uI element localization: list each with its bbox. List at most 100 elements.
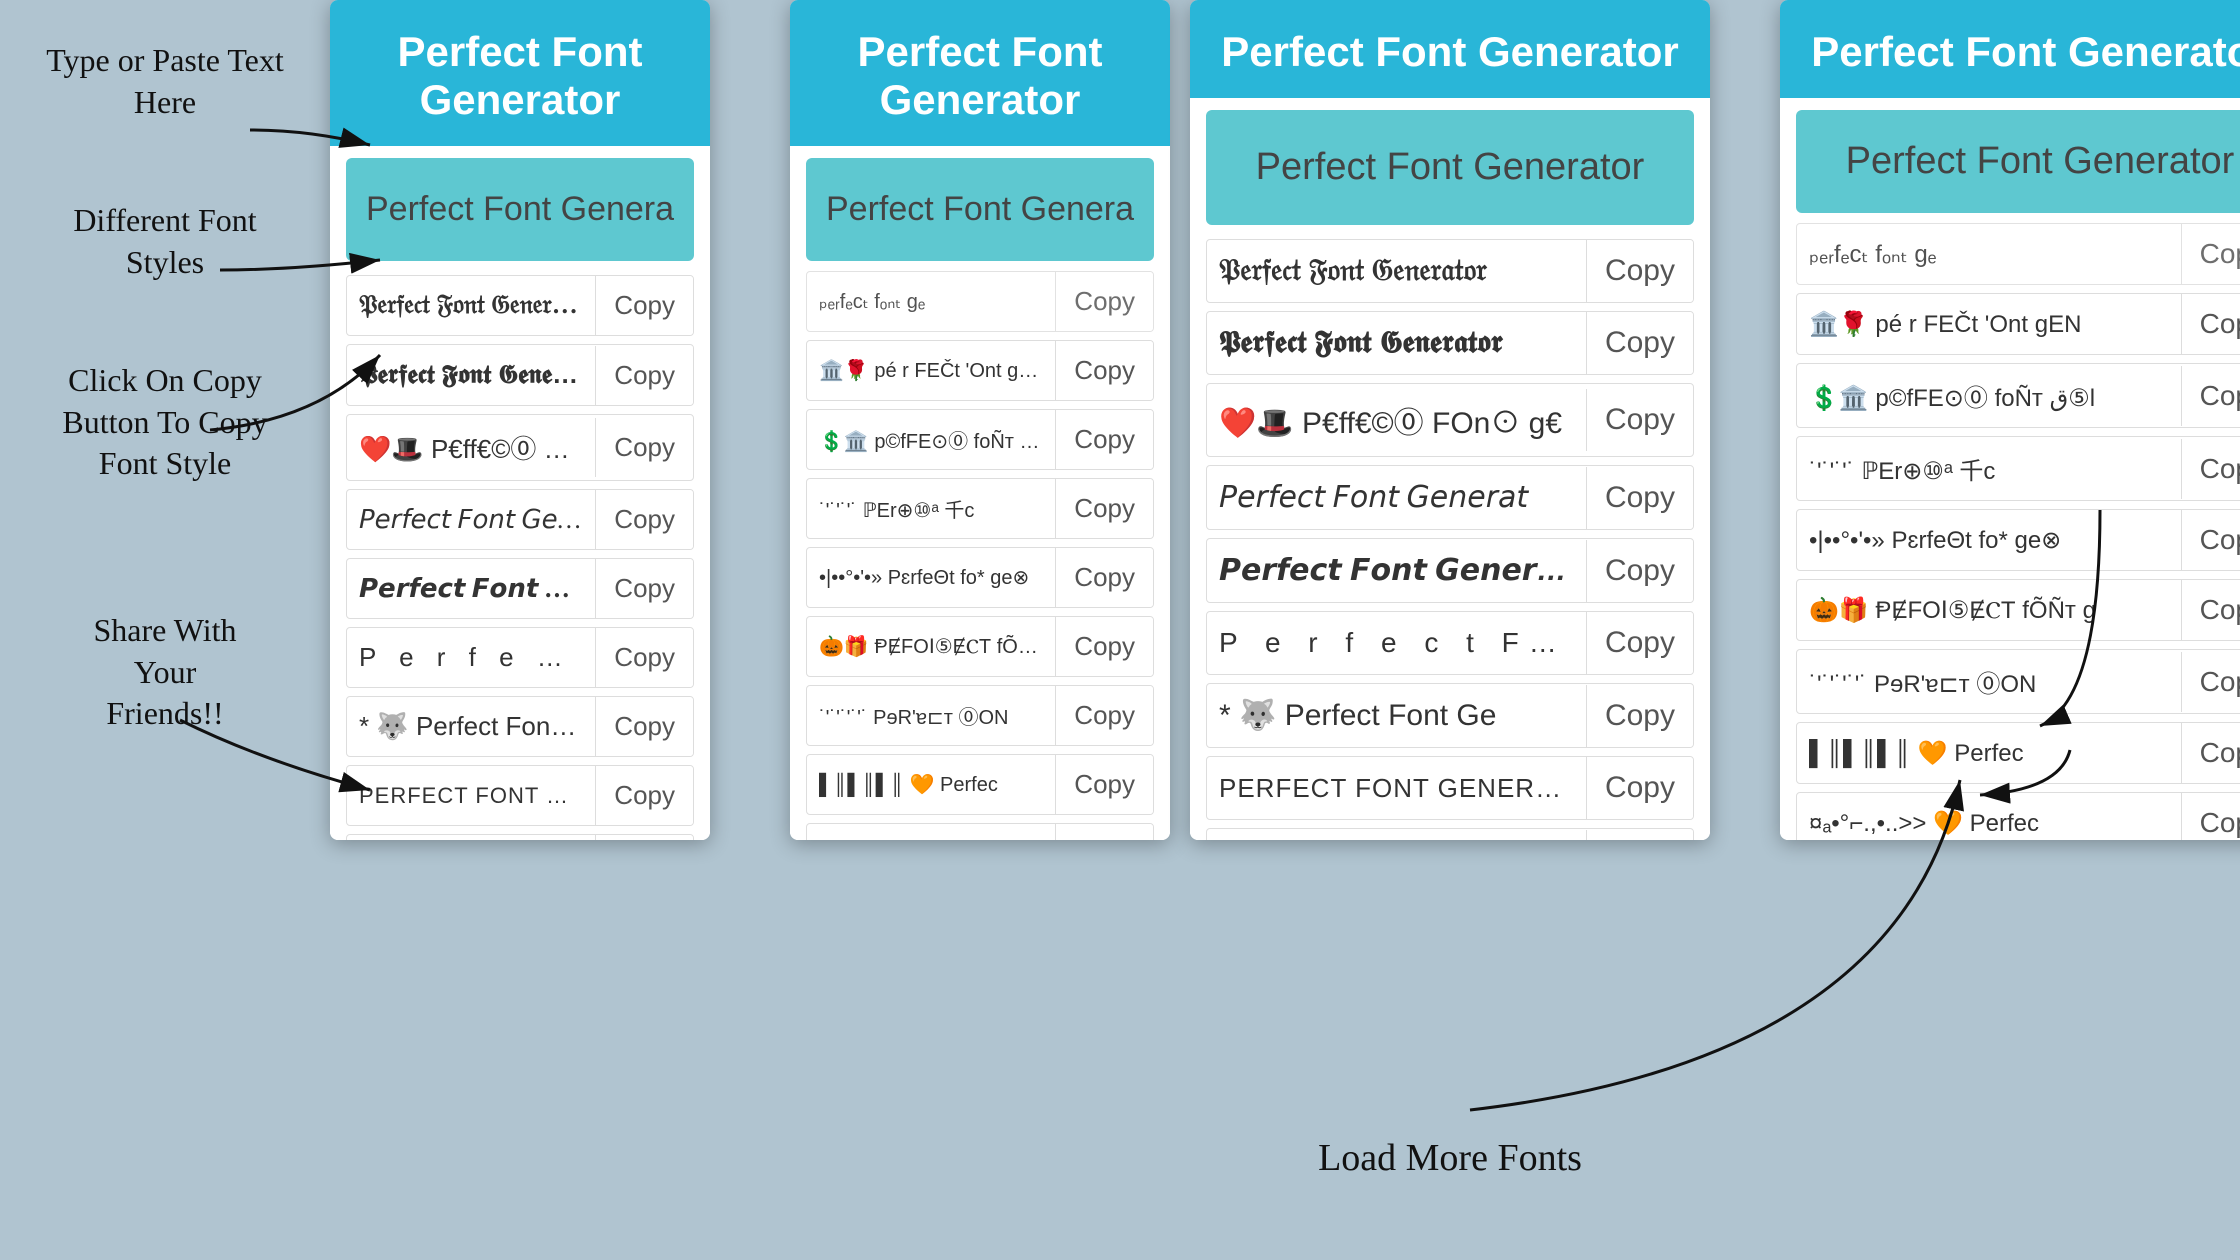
p2-font-row-8: ¤ₐ•°⌐.,•..>> 🧡 Perfec Copy bbox=[806, 823, 1154, 840]
font-text-7: * 🐺 Perfect Font Ge bbox=[347, 697, 595, 756]
annotation-different-fonts: Different FontStyles bbox=[20, 200, 310, 283]
p2-font-text-5: 🎃🎁 ⱣɆFOⵏ⑤ɆⲤТ fÕÑт g bbox=[807, 620, 1055, 673]
p3-font-text-9: ɹoʇɐɹǝuǝ⅁ ʇuoℲ ʇɔǝɟɹǝd bbox=[1207, 829, 1586, 840]
text-input-4[interactable] bbox=[1796, 110, 2240, 213]
p2-font-text-2: 💲🏛️ p©fFE⊙⓪ foÑт ق⑤l bbox=[807, 411, 1055, 468]
p2-copy-button-7[interactable]: Copy bbox=[1055, 755, 1153, 814]
p3-font-row-4: 𝘗𝘦𝘳𝘧𝘦𝘤𝘵 𝘍𝘰𝘯𝘵 𝘎𝘦𝘯𝘦𝘳𝘢𝘵 Copy bbox=[1206, 465, 1694, 530]
panel2-title: Perfect Font Generator bbox=[810, 28, 1150, 124]
p2-copy-button-4[interactable]: Copy bbox=[1055, 548, 1153, 607]
p2-font-row-3: ˙'˙'˙'˙ ℙEr⊕⑩ᵃ 千c Copy bbox=[806, 478, 1154, 539]
font-text-4: 𝘗𝘦𝘳𝘧𝘦𝘤𝘵 𝘍𝘰𝘯𝘵 𝘎𝘦𝘯𝘦𝘳𝘢𝘵 bbox=[347, 491, 595, 549]
copy-button-9[interactable]: Copy bbox=[595, 835, 693, 840]
p3-font-text-2: 𝕻𝖊𝖗𝖋𝖊𝖈𝖙 𝕱𝖔𝖓𝖙 𝕲𝖊𝖓𝖊𝖗𝖆𝖙𝖔𝖗 bbox=[1207, 312, 1586, 374]
font-row-5: 𝙋𝙚𝙧𝙛𝙚𝙘𝙩 𝙁𝙤𝙣𝙩 𝙂𝙚𝙣𝙚𝙧𝙖𝙩𝙤 Copy bbox=[346, 558, 694, 619]
p4-font-row-1: 🏛️🌹 pé r FEČt 'Ont gEN Copy bbox=[1796, 293, 2240, 355]
p4-copy-button-8[interactable]: Copy bbox=[2181, 793, 2240, 840]
font-text-3: ❤️🎩 P€ff€©⓪ FOn⊙ g€ bbox=[347, 415, 595, 480]
copy-button-5[interactable]: Copy bbox=[595, 559, 693, 618]
p4-copy-button-5[interactable]: Copy bbox=[2181, 580, 2240, 640]
copy-button-6[interactable]: Copy bbox=[595, 628, 693, 687]
p2-font-text-4: •|••°•'•» PɛrfeΘt fo* ge⊗ bbox=[807, 551, 1055, 604]
p3-copy-button-8[interactable]: Copy bbox=[1586, 757, 1693, 819]
p3-copy-button-4[interactable]: Copy bbox=[1586, 467, 1693, 529]
p3-copy-button-5[interactable]: Copy bbox=[1586, 540, 1693, 602]
p4-font-row-6: ˙'˙'˙'˙'˙ PɘR'ɐ⊏т ⓪ON Copy bbox=[1796, 649, 2240, 714]
p2-copy-button-5[interactable]: Copy bbox=[1055, 617, 1153, 676]
copy-button-3[interactable]: Copy bbox=[595, 418, 693, 477]
phone-panel-4: Perfect Font Generator ₚₑᵣfₑcₜ fₒₙₜ gₑ C… bbox=[1780, 0, 2240, 840]
p3-font-text-6: P e r f e c t F o n t bbox=[1207, 613, 1586, 673]
p3-font-text-8: PERFECT FONT GENERATOR bbox=[1207, 759, 1586, 818]
p4-font-row-3: ˙'˙'˙'˙ ℙEr⊕⑩ᵃ 千c Copy bbox=[1796, 436, 2240, 501]
copy-button-1[interactable]: Copy bbox=[595, 276, 693, 335]
p2-copy-button-1[interactable]: Copy bbox=[1055, 341, 1153, 400]
copy-button-7[interactable]: Copy bbox=[595, 697, 693, 756]
p3-font-row-7: * 🐺 Perfect Font Ge Copy bbox=[1206, 683, 1694, 748]
p4-copy-button-2[interactable]: Copy bbox=[2181, 366, 2240, 426]
phone-panel-3: Perfect Font Generator 𝔓𝔢𝔯𝔣𝔢𝔠𝔱 𝔉𝔬𝔫𝔱 𝔊𝔢𝔫𝔢… bbox=[1190, 0, 1710, 840]
p4-font-text-5: 🎃🎁 ⱣɆFOⵏ⑤ɆⲤТ fÕÑт g bbox=[1797, 582, 2181, 639]
p3-font-row-8: PERFECT FONT GENERATOR Copy bbox=[1206, 756, 1694, 820]
copy-button-4[interactable]: Copy bbox=[595, 490, 693, 549]
font-row-2: 𝕻𝖊𝖗𝖋𝖊𝖈𝖙 𝕱𝖔𝖓𝖙 𝕲𝖊𝖓𝖊𝖗𝖆𝖙𝖔𝖗 Copy bbox=[346, 344, 694, 406]
p2-font-text-7: ▌║▌║▌║ 🧡 Perfec bbox=[807, 758, 1055, 811]
panel1-title: Perfect Font Generator bbox=[350, 28, 690, 124]
p3-font-row-6: P e r f e c t F o n t Copy bbox=[1206, 611, 1694, 675]
p3-copy-button-3[interactable]: Copy bbox=[1586, 389, 1693, 451]
panel4-header: Perfect Font Generator bbox=[1780, 0, 2240, 98]
p3-font-row-5: 𝙋𝙚𝙧𝙛𝙚𝙘𝙩 𝙁𝙤𝙣𝙩 𝙂𝙚𝙣𝙚𝙧𝙖𝙩𝙤 Copy bbox=[1206, 538, 1694, 603]
p2-font-text-6: ˙'˙'˙'˙'˙ PɘR'ɐ⊏т ⓪ON bbox=[807, 687, 1055, 744]
p3-copy-button-9[interactable]: Copy bbox=[1586, 830, 1693, 841]
p4-font-text-8: ¤ₐ•°⌐.,•..>> 🧡 Perfec bbox=[1797, 795, 2181, 841]
font-row-7: * 🐺 Perfect Font Ge Copy bbox=[346, 696, 694, 757]
p4-partial-copy[interactable]: Copy bbox=[2181, 224, 2240, 284]
panel1-body: 𝔓𝔢𝔯𝔣𝔢𝔠𝔱 𝔉𝔬𝔫𝔱 𝔊𝔢𝔫𝔢𝔯𝔞𝔱𝔬𝔯 Copy 𝕻𝖊𝖗𝖋𝖊𝖈𝖙 𝕱𝖔𝖓𝖙… bbox=[330, 146, 710, 840]
p4-copy-button-1[interactable]: Copy bbox=[2181, 294, 2240, 354]
p4-font-text-2: 💲🏛️ p©fFE⊙⓪ foÑт ق⑤l bbox=[1797, 364, 2181, 427]
p3-copy-button-7[interactable]: Copy bbox=[1586, 685, 1693, 747]
p3-copy-button-6[interactable]: Copy bbox=[1586, 612, 1693, 674]
p3-font-row-2: 𝕻𝖊𝖗𝖋𝖊𝖈𝖙 𝕱𝖔𝖓𝖙 𝕲𝖊𝖓𝖊𝖗𝖆𝖙𝖔𝖗 Copy bbox=[1206, 311, 1694, 375]
p2-copy-button-2[interactable]: Copy bbox=[1055, 410, 1153, 469]
text-input-3[interactable] bbox=[1206, 110, 1694, 225]
p4-partial-text: ₚₑᵣfₑcₜ fₒₙₜ gₑ bbox=[1797, 226, 2181, 283]
p3-font-text-4: 𝘗𝘦𝘳𝘧𝘦𝘤𝘵 𝘍𝘰𝘯𝘵 𝘎𝘦𝘯𝘦𝘳𝘢𝘵 bbox=[1207, 466, 1586, 529]
p4-copy-button-7[interactable]: Copy bbox=[2181, 723, 2240, 783]
p3-font-text-7: * 🐺 Perfect Font Ge bbox=[1207, 684, 1586, 747]
p4-copy-button-6[interactable]: Copy bbox=[2181, 652, 2240, 712]
p2-font-row-2: 💲🏛️ p©fFE⊙⓪ foÑт ق⑤l Copy bbox=[806, 409, 1154, 470]
annotation-click-copy: Click On CopyButton To CopyFont Style bbox=[20, 360, 310, 485]
annotation-type-paste: Type or Paste TextHere bbox=[20, 40, 310, 123]
panel3-title: Perfect Font Generator bbox=[1210, 28, 1690, 76]
panel3-header: Perfect Font Generator bbox=[1190, 0, 1710, 98]
panel4-title: Perfect Font Generator bbox=[1800, 28, 2240, 76]
p4-font-row-8: ¤ₐ•°⌐.,•..>> 🧡 Perfec Copy bbox=[1796, 792, 2240, 840]
partial-copy-button[interactable]: Copy bbox=[1055, 272, 1153, 331]
p2-font-text-3: ˙'˙'˙'˙ ℙEr⊕⑩ᵃ 千c bbox=[807, 480, 1055, 537]
font-text-5: 𝙋𝙚𝙧𝙛𝙚𝙘𝙩 𝙁𝙤𝙣𝙩 𝙂𝙚𝙣𝙚𝙧𝙖𝙩𝙤 bbox=[347, 560, 595, 618]
p2-copy-button-8[interactable]: Copy bbox=[1055, 824, 1153, 840]
p2-copy-button-3[interactable]: Copy bbox=[1055, 479, 1153, 538]
font-text-2: 𝕻𝖊𝖗𝖋𝖊𝖈𝖙 𝕱𝖔𝖓𝖙 𝕲𝖊𝖓𝖊𝖗𝖆𝖙𝖔𝖗 bbox=[347, 345, 595, 405]
p4-copy-button-4[interactable]: Copy bbox=[2181, 510, 2240, 570]
p3-font-text-5: 𝙋𝙚𝙧𝙛𝙚𝙘𝙩 𝙁𝙤𝙣𝙩 𝙂𝙚𝙣𝙚𝙧𝙖𝙩𝙤 bbox=[1207, 539, 1586, 602]
panel4-body: ₚₑᵣfₑcₜ fₒₙₜ gₑ Copy 🏛️🌹 pé r FEČt 'Ont … bbox=[1780, 98, 2240, 840]
p2-font-row-1: 🏛️🌹 pé r FEČt 'Ont gEN Copy bbox=[806, 340, 1154, 401]
text-input-2[interactable] bbox=[806, 158, 1154, 261]
p4-font-text-3: ˙'˙'˙'˙ ℙEr⊕⑩ᵃ 千c bbox=[1797, 437, 2181, 500]
p4-font-text-1: 🏛️🌹 pé r FEČt 'Ont gEN bbox=[1797, 296, 2181, 353]
font-text-1: 𝔓𝔢𝔯𝔣𝔢𝔠𝔱 𝔉𝔬𝔫𝔱 𝔊𝔢𝔫𝔢𝔯𝔞𝔱𝔬𝔯 bbox=[347, 276, 595, 335]
text-input[interactable] bbox=[346, 158, 694, 261]
partial-font-text: ₚₑᵣfₑcₜ fₒₙₜ gₑ bbox=[807, 275, 1055, 328]
p3-font-row-1: 𝔓𝔢𝔯𝔣𝔢𝔠𝔱 𝔉𝔬𝔫𝔱 𝔊𝔢𝔫𝔢𝔯𝔞𝔱𝔬𝔯 Copy bbox=[1206, 239, 1694, 303]
p3-copy-button-1[interactable]: Copy bbox=[1586, 240, 1693, 302]
copy-button-8[interactable]: Copy bbox=[595, 766, 693, 825]
p3-copy-button-2[interactable]: Copy bbox=[1586, 312, 1693, 374]
partial-font-row: ₚₑᵣfₑcₜ fₒₙₜ gₑ Copy bbox=[806, 271, 1154, 332]
copy-button-2[interactable]: Copy bbox=[595, 346, 693, 405]
p3-font-row-9: ɹoʇɐɹǝuǝ⅁ ʇuoℲ ʇɔǝɟɹǝd Copy bbox=[1206, 828, 1694, 840]
p4-copy-button-3[interactable]: Copy bbox=[2181, 439, 2240, 499]
p2-copy-button-6[interactable]: Copy bbox=[1055, 686, 1153, 745]
p4-font-row-2: 💲🏛️ p©fFE⊙⓪ foÑт ق⑤l Copy bbox=[1796, 363, 2240, 428]
